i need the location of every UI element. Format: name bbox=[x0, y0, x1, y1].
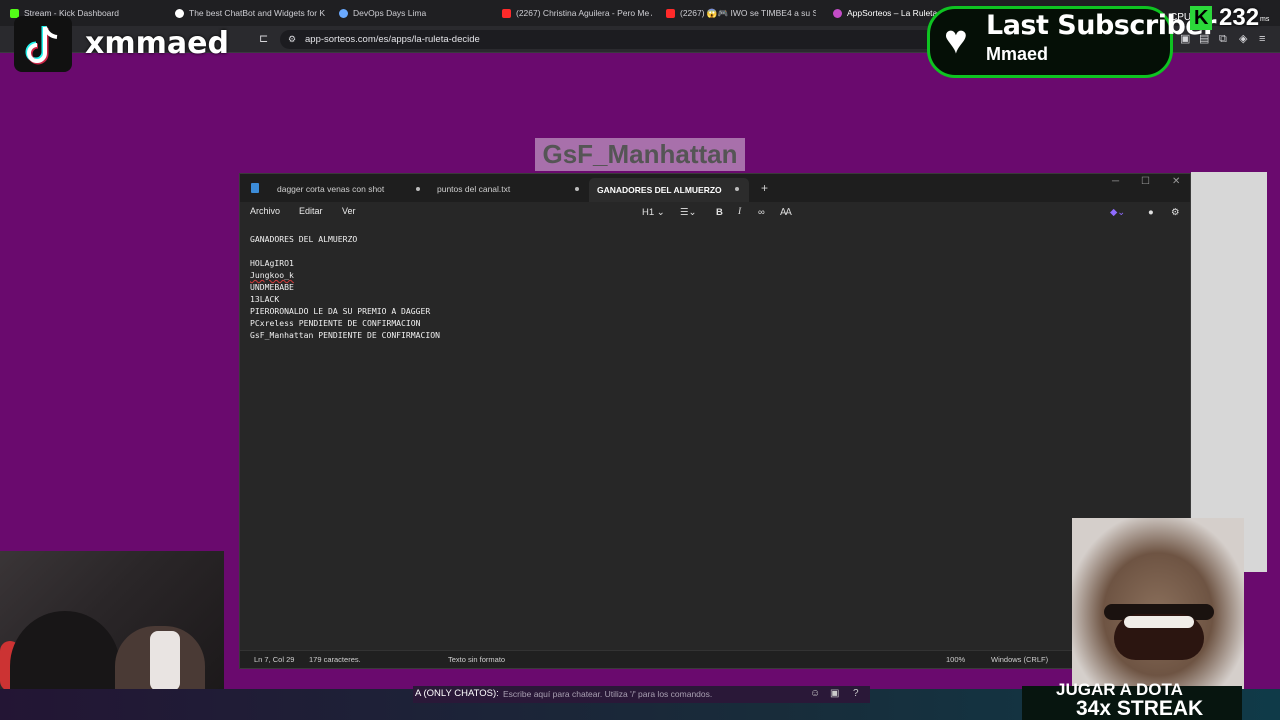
line-ending[interactable]: Windows (CRLF) bbox=[991, 655, 1048, 664]
banner-line2: 34x STREAK bbox=[1076, 697, 1204, 720]
help-icon[interactable]: ? bbox=[853, 688, 859, 699]
text-line: GsF_Manhattan PENDIENTE DE CONFIRMACION bbox=[250, 330, 441, 340]
notepad-menubar: Archivo Editar Ver H1 ⌄ ☰⌄ B I ∞ Ꜳ ◆⌄ ● … bbox=[240, 202, 1190, 224]
notepad-tab[interactable]: puntos del canal.txt bbox=[437, 180, 510, 198]
link-icon[interactable]: ∞ bbox=[758, 207, 765, 218]
unsaved-dot-icon bbox=[416, 187, 420, 191]
streamer-username: xmmaed bbox=[85, 26, 229, 61]
minimize-icon[interactable]: ─ bbox=[1112, 176, 1119, 187]
notepad-app-icon bbox=[251, 183, 259, 193]
youtube-icon bbox=[502, 8, 511, 18]
site-info-icon[interactable]: ⚙ bbox=[288, 34, 296, 45]
new-tab-plus-icon[interactable]: + bbox=[761, 181, 768, 195]
bold-icon[interactable]: B bbox=[716, 207, 723, 218]
text-line: HOLAgIRO1 bbox=[250, 258, 294, 268]
notepad-editor[interactable]: GANADORES DEL ALMUERZO HOLAgIRO1 Jungkoo… bbox=[240, 224, 1190, 652]
cursor-position: Ln 7, Col 29 bbox=[254, 655, 295, 664]
chat-placeholder: Escribe aquí para chatear. Utiliza '/' p… bbox=[503, 689, 713, 699]
menu-editar[interactable]: Editar bbox=[299, 206, 323, 216]
bookmark-icon[interactable]: ⊏ bbox=[259, 34, 268, 45]
browser-tab-active[interactable]: AppSorteos – La Ruleta de bbox=[833, 5, 943, 21]
menu-ver[interactable]: Ver bbox=[342, 206, 356, 216]
notepad-statusbar: Ln 7, Col 29 179 caracteres. Texto sin f… bbox=[240, 650, 1190, 668]
browser-tab[interactable]: DevOps Days Lima bbox=[339, 5, 489, 21]
emoji-icon[interactable]: ☺ bbox=[810, 688, 820, 699]
zoom-level[interactable]: 100% bbox=[946, 655, 965, 664]
cpu-label: CPU bbox=[1170, 12, 1192, 23]
appsorteos-icon bbox=[833, 8, 842, 18]
last-subscriber-name: Mmaed bbox=[986, 44, 1049, 64]
close-icon[interactable]: ✕ bbox=[1172, 176, 1180, 187]
tiktok-icon bbox=[25, 26, 58, 65]
notepad-tab-active[interactable]: GANADORES DEL ALMUERZO bbox=[589, 178, 749, 202]
unsaved-dot-icon bbox=[575, 187, 579, 191]
browser-tab[interactable]: The best ChatBot and Widgets for Ki bbox=[175, 5, 325, 21]
settings-gear-icon[interactable]: ⚙ bbox=[1171, 207, 1180, 218]
notepad-tab[interactable]: dagger corta venas con shot bbox=[277, 180, 384, 198]
text-line: PIERORONALDO LE DA SU PREMIO A DAGGER bbox=[250, 306, 431, 316]
shield-icon[interactable]: ◈ bbox=[1239, 34, 1247, 45]
list-icon[interactable]: ☰⌄ bbox=[680, 207, 696, 218]
copilot-icon[interactable]: ◆⌄ bbox=[1110, 207, 1125, 218]
heart-icon: ♥ bbox=[944, 18, 968, 62]
gear-icon bbox=[339, 8, 348, 18]
winner-name: GsF_Manhattan bbox=[535, 138, 745, 171]
text-line: 13LACK bbox=[250, 294, 280, 304]
unsaved-dot-icon bbox=[735, 187, 739, 191]
kick-icon: K bbox=[1190, 6, 1212, 30]
notepad-window: dagger corta venas con shot puntos del c… bbox=[239, 173, 1191, 669]
clear-format-icon[interactable]: Ꜳ bbox=[780, 207, 792, 218]
text-line: GANADORES DEL ALMUERZO bbox=[250, 234, 358, 244]
text-line: PCxreless PENDIENTE DE CONFIRMACION bbox=[250, 318, 421, 328]
page-side-panel bbox=[1191, 172, 1267, 572]
chat-label: A (ONLY CHATOS): bbox=[415, 688, 499, 699]
heading-dropdown[interactable]: H1 ⌄ bbox=[642, 207, 665, 218]
text-line: Jungkoo_k bbox=[250, 270, 294, 280]
notepad-titlebar: dagger corta venas con shot puntos del c… bbox=[240, 174, 1190, 202]
viewer-count: 232 bbox=[1219, 4, 1260, 31]
text-format[interactable]: Texto sin formato bbox=[448, 655, 505, 664]
browser-tab[interactable]: (2267) Christina Aguilera - Pero Me A bbox=[502, 5, 652, 21]
chat-input-bar[interactable]: A (ONLY CHATOS): Escribe aquí para chate… bbox=[413, 686, 870, 703]
youtube-icon bbox=[666, 8, 675, 18]
bot-icon bbox=[175, 8, 184, 18]
text-line: UNDMEBABE bbox=[250, 282, 294, 292]
maximize-icon[interactable]: ☐ bbox=[1141, 176, 1150, 187]
meme-image bbox=[1072, 518, 1244, 693]
account-icon[interactable]: ● bbox=[1148, 207, 1154, 218]
gif-icon[interactable]: ▣ bbox=[830, 688, 839, 699]
extensions-icon[interactable]: ⧉ bbox=[1219, 34, 1227, 45]
menu-icon[interactable]: ≡ bbox=[1259, 34, 1265, 45]
tiktok-logo bbox=[14, 16, 72, 72]
url-field[interactable]: ⚙ app-sorteos.com/es/apps/la-ruleta-deci… bbox=[280, 30, 960, 49]
menu-archivo[interactable]: Archivo bbox=[250, 206, 280, 216]
char-count: 179 caracteres. bbox=[309, 655, 361, 664]
ms-label: ms bbox=[1260, 16, 1270, 23]
italic-icon[interactable]: I bbox=[738, 207, 741, 217]
browser-tab[interactable]: (2267) 😱🎮 IWO se TIMBE4 a su SU bbox=[666, 5, 816, 21]
